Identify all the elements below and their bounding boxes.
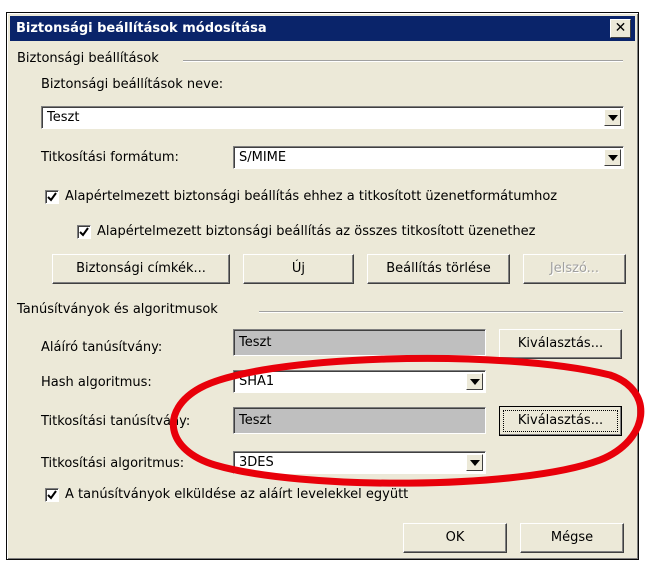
chevron-down-icon[interactable] (604, 149, 621, 166)
encryption-algorithm-value: 3DES (239, 455, 274, 470)
hash-algorithm-select[interactable]: SHA1 (233, 370, 486, 393)
signing-cert-choose-button[interactable]: Kiválasztás... (499, 329, 622, 359)
encryption-format-select[interactable]: S/MIME (233, 146, 624, 169)
hash-algorithm-value: SHA1 (239, 374, 275, 389)
security-settings-group-label: Biztonsági beállítások (17, 51, 159, 66)
encryption-cert-value: Teszt (239, 413, 272, 428)
security-labels-button[interactable]: Biztonsági címkék... (52, 254, 230, 284)
encryption-cert-choose-button[interactable]: Kiválasztás... (499, 406, 622, 436)
chevron-down-icon[interactable] (466, 454, 483, 471)
cancel-button[interactable]: Mégse (520, 523, 624, 553)
encryption-algorithm-select[interactable]: 3DES (233, 451, 486, 474)
default-for-all-label[interactable]: Alapértelmezett biztonsági beállítás az … (97, 224, 536, 239)
new-button[interactable]: Új (243, 254, 354, 284)
hash-algorithm-label: Hash algoritmus: (41, 375, 152, 390)
security-settings-dialog: Biztonsági beállítások módosítása ✕ Bizt… (6, 12, 639, 560)
encryption-cert-label: Titkosítási tanúsítvány: (41, 414, 191, 429)
settings-name-value: Teszt (47, 110, 80, 125)
encryption-cert-field: Teszt (233, 407, 486, 434)
send-certs-checkbox[interactable] (45, 488, 59, 502)
title-bar[interactable]: Biztonsági beállítások módosítása ✕ (10, 16, 635, 41)
password-button: Jelszó... (523, 254, 626, 284)
settings-name-label: Biztonsági beállítások neve: (41, 77, 224, 92)
signing-cert-label: Aláíró tanúsítvány: (41, 340, 163, 355)
close-icon: ✕ (614, 20, 627, 36)
signing-cert-value: Teszt (239, 335, 272, 350)
chevron-down-icon[interactable] (466, 373, 483, 390)
chevron-down-icon[interactable] (604, 109, 621, 126)
certs-group-label: Tanúsítványok és algoritmusok (17, 302, 218, 317)
close-button[interactable]: ✕ (610, 19, 631, 38)
default-for-format-checkbox[interactable] (45, 190, 59, 204)
settings-name-combobox[interactable]: Teszt (41, 106, 624, 129)
checkmark-icon (47, 490, 57, 500)
checkmark-icon (47, 192, 57, 202)
group-divider (183, 60, 623, 62)
delete-setting-button[interactable]: Beállítás törlése (367, 254, 510, 284)
signing-cert-field: Teszt (233, 329, 486, 356)
encryption-format-value: S/MIME (239, 150, 287, 165)
encryption-format-label: Titkosítási formátum: (41, 150, 179, 165)
default-for-format-label[interactable]: Alapértelmezett biztonsági beállítás ehh… (65, 189, 557, 204)
group-divider (259, 311, 623, 313)
checkmark-icon (79, 227, 89, 237)
default-for-all-checkbox[interactable] (77, 225, 91, 239)
ok-button[interactable]: OK (403, 523, 507, 553)
dialog-title: Biztonsági beállítások módosítása (16, 21, 267, 36)
encryption-algorithm-label: Titkosítási algoritmus: (41, 456, 185, 471)
send-certs-label[interactable]: A tanúsítványok elküldése az aláírt leve… (65, 487, 408, 502)
